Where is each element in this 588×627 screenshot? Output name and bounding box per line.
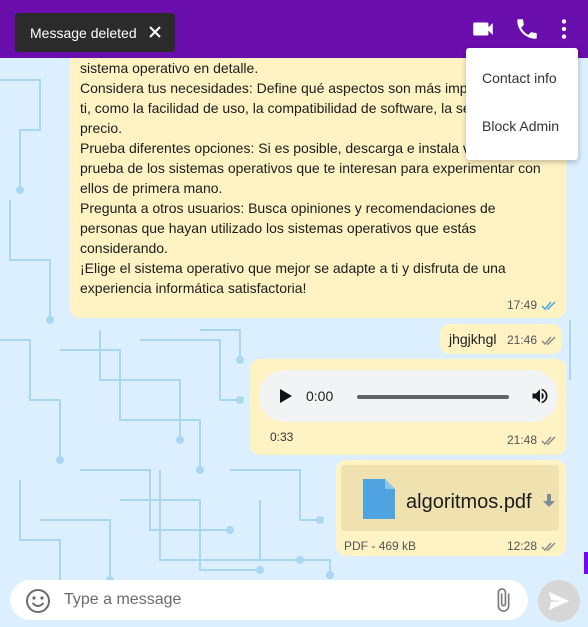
pdf-file-icon (363, 479, 395, 519)
send-icon (549, 592, 569, 610)
message-input[interactable] (64, 588, 474, 612)
message-time: 17:49 (507, 298, 538, 312)
message-time: 21:48 (507, 433, 538, 447)
message-meta: 17:49 (507, 298, 557, 312)
audio-player[interactable]: 0:00 (259, 370, 558, 422)
menu-item-contact-info[interactable]: Contact info (466, 58, 578, 98)
more-vert-icon[interactable] (551, 16, 577, 42)
file-attachment[interactable]: algoritmos.pdf (341, 465, 559, 531)
file-type: PDF (344, 539, 368, 553)
audio-progress-track[interactable] (357, 395, 509, 399)
sent-check-icon (541, 335, 556, 345)
phone-icon[interactable] (514, 16, 540, 42)
play-icon[interactable] (279, 388, 293, 404)
download-icon[interactable] (542, 493, 556, 509)
message-time: 21:46 (507, 333, 538, 347)
read-check-icon (541, 300, 556, 310)
message-bubble[interactable]: jhgjkhgl 21:46 (440, 324, 562, 354)
sent-check-icon (541, 541, 556, 551)
video-call-icon[interactable] (470, 16, 496, 42)
sent-check-icon (541, 435, 556, 445)
message-composer (10, 580, 528, 620)
emoji-icon[interactable] (25, 588, 51, 614)
message-meta: 21:46 (507, 333, 557, 347)
overflow-menu: Contact info Block Admin (466, 48, 578, 160)
message-meta: 21:48 (507, 433, 557, 447)
audio-message-bubble[interactable]: 0:00 0:33 21:48 (250, 359, 566, 455)
audio-duration: 0:33 (270, 430, 294, 444)
close-icon[interactable] (148, 25, 162, 39)
send-button[interactable] (538, 580, 580, 622)
file-message-bubble[interactable]: algoritmos.pdf PDF - 469 kB 12:28 (336, 460, 566, 556)
snackbar: Message deleted (15, 13, 175, 52)
scroll-marker (584, 552, 588, 574)
message-meta: 12:28 (507, 539, 557, 553)
snackbar-text: Message deleted (30, 24, 137, 41)
volume-icon[interactable] (530, 386, 550, 406)
attach-icon[interactable] (490, 586, 516, 614)
file-meta: PDF - 469 kB (344, 539, 416, 553)
file-name: algoritmos.pdf (406, 491, 532, 513)
file-size: 469 kB (378, 539, 417, 553)
menu-item-block-admin[interactable]: Block Admin (466, 106, 578, 146)
message-time: 12:28 (507, 539, 538, 553)
message-text: jhgjkhgl (449, 331, 497, 347)
file-meta-separator: - (371, 539, 376, 553)
audio-current-time: 0:00 (306, 388, 334, 404)
